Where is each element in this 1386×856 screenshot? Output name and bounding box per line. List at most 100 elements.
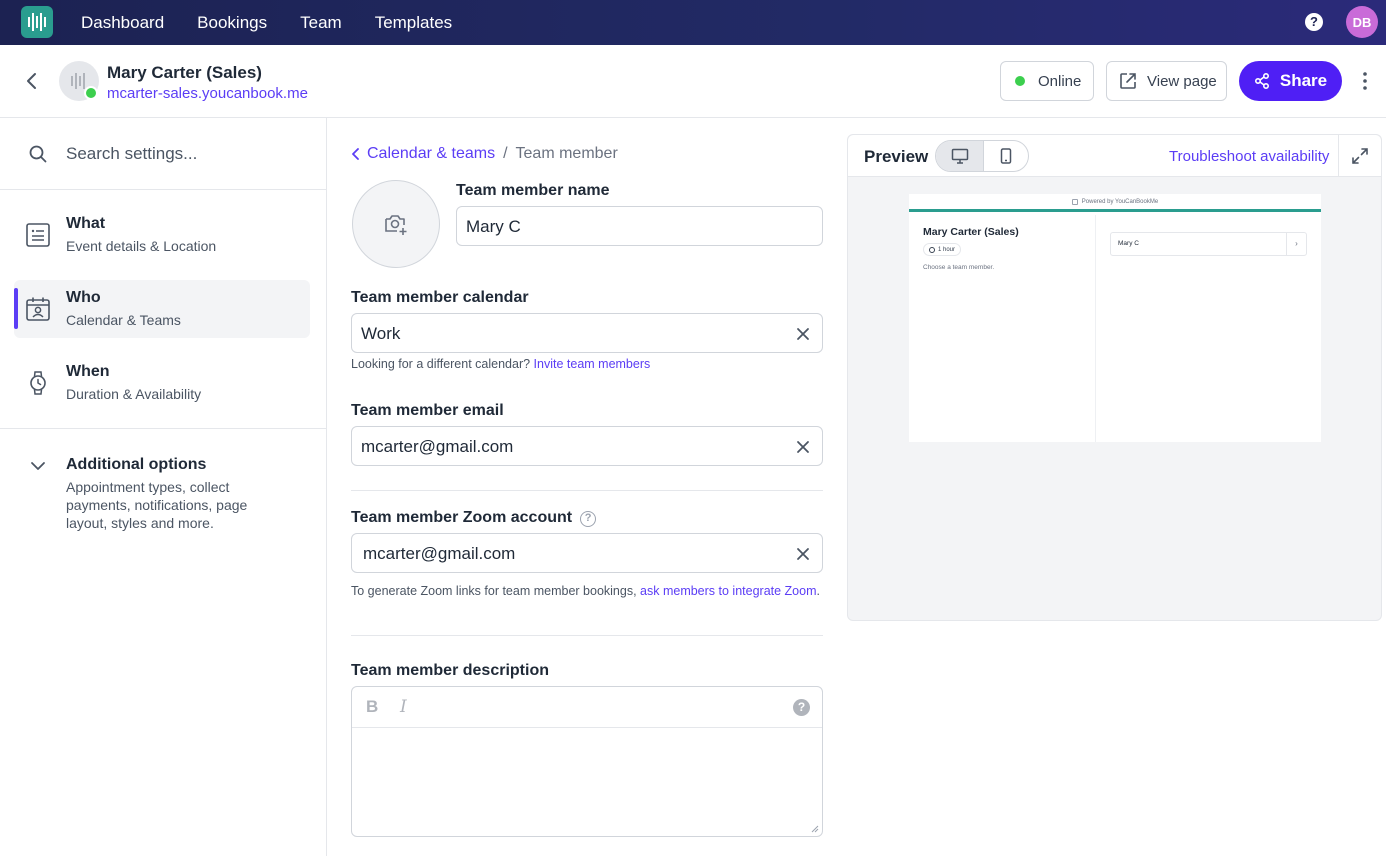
editor-toolbar: B I ?	[352, 687, 822, 728]
back-arrow-icon[interactable]	[22, 71, 42, 91]
preview-page-name: Mary Carter (Sales)	[923, 226, 1019, 238]
italic-button[interactable]: I	[400, 697, 407, 717]
view-page-button[interactable]: View page	[1106, 61, 1227, 101]
sidebar-item-title: When	[66, 363, 110, 380]
zoom-help-icon[interactable]: ?	[580, 511, 597, 527]
document-icon	[26, 223, 50, 247]
nav-templates[interactable]: Templates	[375, 13, 452, 33]
page-header: Mary Carter (Sales) mcarter-sales.youcan…	[0, 45, 1386, 118]
sidebar-item-who[interactable]: Who Calendar & Teams	[14, 280, 310, 338]
bold-button[interactable]: B	[366, 697, 378, 717]
view-page-label: View page	[1147, 72, 1217, 90]
email-select[interactable]: mcarter@gmail.com	[351, 426, 823, 466]
zoom-hint-end: .	[816, 584, 820, 598]
zoom-label-text: Team member Zoom account	[351, 509, 573, 526]
sidebar-item-when[interactable]: When Duration & Availability	[14, 354, 310, 412]
logo-square-icon	[1071, 198, 1078, 205]
mobile-view-button[interactable]	[983, 141, 1028, 171]
calendar-hint-text: Looking for a different calendar?	[351, 357, 531, 371]
settings-sidebar: What Event details & Location Who Calend…	[0, 118, 327, 856]
sidebar-item-title: Who	[66, 289, 101, 306]
sidebar-item-what[interactable]: What Event details & Location	[14, 206, 310, 264]
integrate-zoom-link[interactable]: ask members to integrate Zoom	[640, 584, 816, 598]
breadcrumb-current: Team member	[515, 145, 618, 162]
resize-handle-icon[interactable]	[811, 825, 819, 833]
help-icon[interactable]: ?	[1305, 13, 1323, 31]
chevron-right-icon: ›	[1286, 233, 1306, 255]
name-field[interactable]: Mary C	[456, 206, 823, 246]
zoom-value: mcarter@gmail.com	[363, 544, 516, 563]
breadcrumb-parent-label: Calendar & teams	[367, 145, 496, 162]
preview-powered-by: Powered by YouCanBookMe	[909, 194, 1321, 212]
calendar-label: Team member calendar	[351, 289, 529, 306]
more-options-icon[interactable]	[1358, 71, 1372, 91]
additional-options-description: Appointment types, collect payments, not…	[66, 479, 248, 531]
booking-page-preview: Powered by YouCanBookMe Mary Carter (Sal…	[909, 194, 1321, 442]
preview-header: Preview Troubleshoot availability	[848, 135, 1381, 177]
calendar-value: Work	[361, 324, 401, 343]
online-status-button[interactable]: Online	[1000, 61, 1094, 101]
description-editor[interactable]: B I ?	[351, 686, 823, 837]
team-calendar-icon	[26, 297, 50, 321]
logo-bars-icon	[28, 13, 46, 31]
chevron-down-icon[interactable]	[30, 458, 46, 474]
section-divider	[351, 490, 823, 491]
section-divider	[351, 635, 823, 636]
user-avatar[interactable]: DB	[1346, 6, 1378, 38]
sidebar-item-subtitle: Duration & Availability	[66, 386, 202, 402]
additional-options-title[interactable]: Additional options	[66, 456, 206, 474]
editor-help-icon[interactable]: ?	[793, 699, 810, 716]
clear-email-icon[interactable]	[795, 439, 811, 455]
preview-duration: 1 hour	[938, 246, 956, 253]
desktop-icon	[951, 148, 968, 164]
expand-preview-button[interactable]	[1338, 135, 1381, 177]
external-link-icon	[1120, 73, 1136, 89]
online-label: Online	[1038, 72, 1082, 90]
troubleshoot-availability-link[interactable]: Troubleshoot availability	[1169, 148, 1329, 165]
email-value: mcarter@gmail.com	[361, 437, 514, 456]
clock-icon	[929, 246, 935, 253]
mobile-icon	[1000, 148, 1012, 164]
upload-photo-button[interactable]	[352, 180, 440, 268]
nav-dashboard[interactable]: Dashboard	[81, 13, 164, 33]
description-textarea[interactable]	[352, 728, 822, 836]
zoom-hint-text: To generate Zoom links for team member b…	[351, 584, 637, 598]
preview-member-card: Mary C ›	[1110, 232, 1307, 256]
zoom-hint: To generate Zoom links for team member b…	[351, 582, 821, 601]
calendar-hint: Looking for a different calendar? Invite…	[351, 355, 650, 374]
share-button[interactable]: Share	[1239, 61, 1342, 101]
page-title: Mary Carter (Sales)	[107, 63, 262, 82]
breadcrumb-parent-link[interactable]: Calendar & teams	[351, 145, 495, 163]
clear-zoom-icon[interactable]	[795, 546, 811, 562]
invite-team-members-link[interactable]: Invite team members	[534, 357, 651, 371]
settings-search	[0, 118, 326, 190]
clear-calendar-icon[interactable]	[795, 326, 811, 342]
online-status-dot	[84, 86, 98, 100]
preview-choose-text: Choose a team member.	[923, 264, 995, 271]
description-label: Team member description	[351, 662, 549, 679]
preview-left-column: Mary Carter (Sales) 1 hour Choose a team…	[909, 215, 1096, 442]
nav-bookings[interactable]: Bookings	[197, 13, 267, 33]
email-label: Team member email	[351, 402, 504, 419]
powered-by-text: Powered by YouCanBookMe	[1081, 198, 1159, 205]
sidebar-item-title: What	[66, 215, 106, 232]
watch-icon	[30, 371, 46, 395]
share-icon	[1254, 73, 1269, 89]
zoom-select[interactable]: mcarter@gmail.com	[351, 533, 823, 573]
name-label: Team member name	[456, 182, 610, 199]
share-label: Share	[1279, 71, 1328, 90]
breadcrumb-separator: /	[503, 145, 508, 162]
top-navigation: Dashboard Bookings Team Templates ? DB	[0, 0, 1386, 45]
desktop-view-button[interactable]	[936, 141, 983, 171]
search-settings-input[interactable]	[66, 142, 306, 166]
preview-member-name: Mary C	[1118, 240, 1139, 247]
nav-team[interactable]: Team	[300, 13, 342, 33]
calendar-select[interactable]: Work	[351, 313, 823, 353]
page-url-link[interactable]: mcarter-sales.youcanbook.me	[107, 85, 308, 102]
sidebar-item-subtitle: Event details & Location	[66, 238, 217, 254]
youcanbookme-logo-icon[interactable]	[21, 6, 53, 38]
online-dot-icon	[1015, 76, 1025, 86]
sidebar-divider	[0, 428, 326, 429]
preview-duration-chip: 1 hour	[923, 243, 962, 256]
breadcrumb: Calendar & teams / Team member	[351, 145, 618, 163]
